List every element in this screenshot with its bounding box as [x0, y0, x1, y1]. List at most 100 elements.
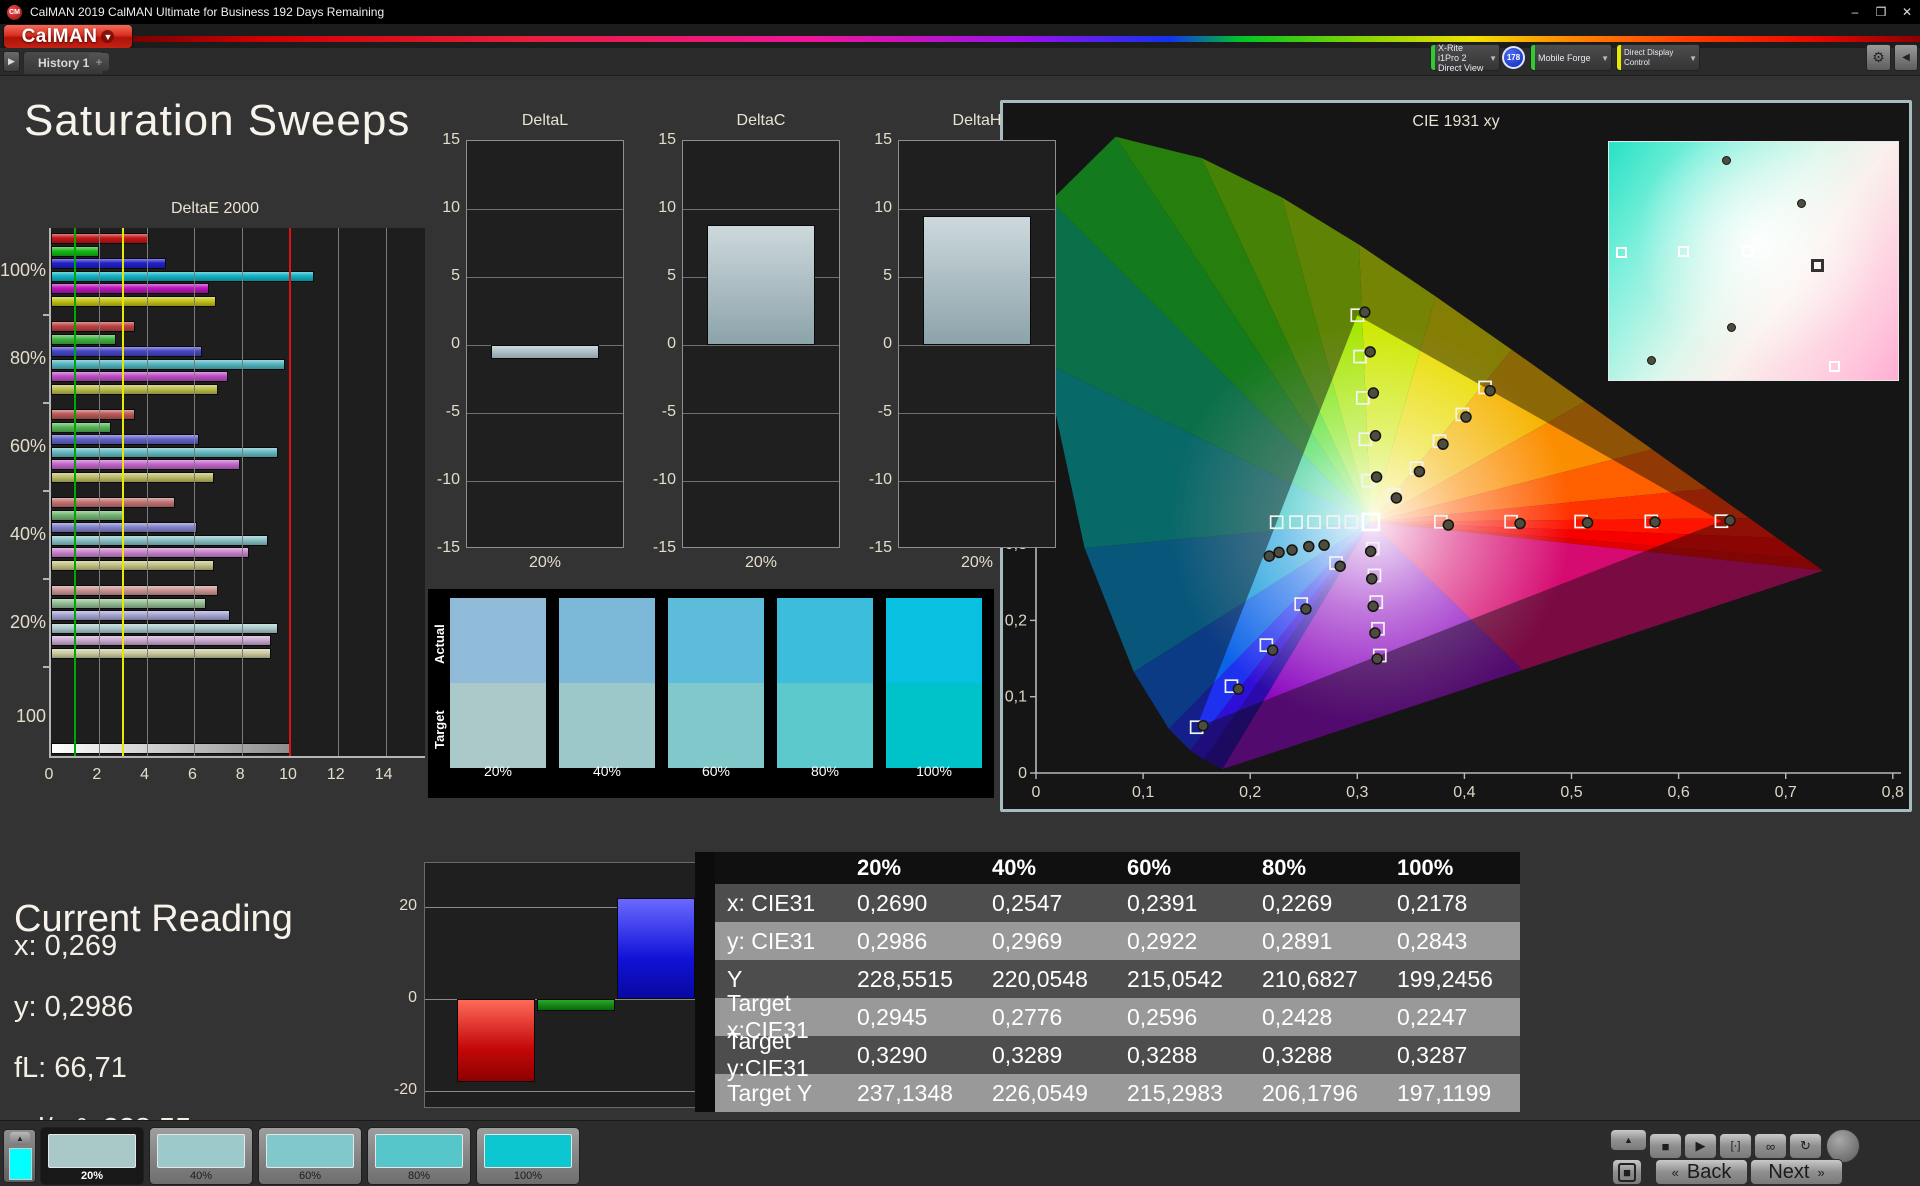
cell-value: 226,0549 — [980, 1074, 1115, 1112]
delta-chart-title: DeltaC — [682, 112, 840, 130]
cell-value: 0,2922 — [1115, 922, 1250, 960]
settings-button[interactable]: ⚙ — [1866, 44, 1891, 71]
gridline — [425, 1091, 699, 1092]
table-row: Target Y237,1348226,0549215,2983206,1796… — [695, 1074, 1520, 1112]
delta-bar — [923, 216, 1031, 345]
play-button[interactable]: ▶ — [1684, 1133, 1717, 1159]
inset-measured-circle — [1722, 156, 1731, 165]
cell-value: 210,6827 — [1250, 960, 1385, 998]
axis-tick — [43, 666, 49, 668]
cell-value: 0,2428 — [1250, 998, 1385, 1036]
cell-value: 237,1348 — [845, 1074, 980, 1112]
deltae-x-tick: 2 — [82, 766, 112, 784]
calman-menu-button[interactable]: CalMAN ▼ — [4, 25, 132, 48]
maximize-button[interactable]: ❒ — [1868, 0, 1894, 24]
x-tick-label: 0,1 — [1132, 784, 1154, 801]
gridline — [467, 481, 623, 482]
measured-circle — [1372, 654, 1382, 664]
chevron-down-icon: ▼ — [1689, 54, 1697, 64]
gridline — [147, 228, 148, 756]
display-control-select[interactable]: Direct Display Control ▼ — [1616, 44, 1700, 71]
cell-value: 0,2891 — [1250, 922, 1385, 960]
deltae-bar-blue — [51, 522, 197, 533]
dial-knob[interactable] — [1826, 1129, 1860, 1163]
delta-y-tick: 5 — [858, 267, 892, 285]
deltac-chart — [682, 140, 840, 548]
delta-chart-title: DeltaH — [898, 112, 1056, 130]
pattern-button-80%[interactable]: 80% — [367, 1127, 471, 1185]
tab-scroll-button[interactable]: ▶ — [3, 51, 20, 72]
rgb-bar-green — [537, 999, 615, 1011]
back-button[interactable]: « Back — [1655, 1159, 1748, 1185]
continuous-measure-button[interactable]: ∞ — [1754, 1133, 1787, 1159]
chevron-up-icon: ▲ — [1624, 1135, 1633, 1145]
table-row: x: CIE310,26900,25470,23910,22690,2178 — [695, 884, 1520, 922]
collapse-panel-button[interactable]: ◀ — [1894, 44, 1918, 71]
actual-swatch — [450, 598, 546, 683]
app-window: CM CalMAN 2019 CalMAN Ultimate for Busin… — [0, 0, 1920, 1186]
deltae-x-tick: 0 — [34, 766, 64, 784]
measured-circle — [1367, 574, 1377, 584]
gridline — [899, 345, 1055, 346]
big-stop-button[interactable]: ■ — [1612, 1159, 1642, 1185]
delta-y-tick: -10 — [426, 471, 460, 489]
pattern-label: 40% — [150, 1170, 252, 1182]
meter-select[interactable]: X-Rite i1Pro 2 Direct View ▼ — [1430, 44, 1500, 71]
source-name: Mobile Forge — [1538, 53, 1597, 63]
pattern-button-40%[interactable]: 40% — [149, 1127, 253, 1185]
display-control-name: Direct Display Control — [1624, 48, 1685, 68]
cell-value: 0,2945 — [845, 998, 980, 1036]
pattern-toolbar: ▲ 20% 40% 60%80%100% ▲ ■ ▶ [·] ∞ ↻ ■ « Bac… — [0, 1120, 1920, 1186]
table-row: y: CIE310,29860,29690,29220,28910,2843 — [695, 922, 1520, 960]
swatch-label: 100% — [886, 763, 982, 779]
delta-x-label: 20% — [898, 554, 1056, 572]
single-measure-button[interactable]: [·] — [1719, 1133, 1752, 1159]
next-button[interactable]: Next » — [1750, 1159, 1843, 1185]
measured-circle — [1443, 520, 1453, 530]
pattern-swatch — [375, 1134, 463, 1168]
stop-button[interactable]: ■ — [1649, 1133, 1682, 1159]
gridline — [467, 209, 623, 210]
meter-count-badge[interactable]: 178 — [1502, 46, 1525, 69]
results-table: 20%40%60%80%100%x: CIE310,26900,25470,23… — [695, 852, 1520, 1112]
deltae-bar-yellow — [51, 648, 271, 659]
play-icon: ▶ — [1696, 1138, 1706, 1154]
measured-circle — [1372, 472, 1382, 482]
minimize-button[interactable]: – — [1842, 0, 1868, 24]
notch — [695, 998, 715, 1036]
measured-circle — [1371, 431, 1381, 441]
add-tab-button[interactable]: + — [89, 53, 109, 71]
reference-line — [122, 228, 124, 756]
title-bar: CM CalMAN 2019 CalMAN Ultimate for Busin… — [0, 0, 1920, 24]
gridline — [683, 481, 839, 482]
swatch-label: 80% — [777, 763, 873, 779]
deltae-bar-magenta — [51, 547, 249, 558]
deltae-x-tick: 14 — [369, 766, 399, 784]
swatch-label: 20% — [450, 763, 546, 779]
deltal-chart — [466, 140, 624, 548]
expand-controls-button[interactable]: ▲ — [1610, 1129, 1647, 1151]
deltae-bar-green — [51, 334, 116, 345]
pattern-preview-panel[interactable]: ▲ — [3, 1129, 36, 1183]
pattern-label: 20% — [41, 1170, 143, 1182]
pattern-button-100%[interactable]: 100% — [476, 1127, 580, 1185]
chevron-up-icon[interactable]: ▲ — [10, 1132, 30, 1145]
delta-y-tick: 0 — [426, 335, 460, 353]
target-swatch — [886, 683, 982, 768]
source-select[interactable]: Mobile Forge ▼ — [1530, 44, 1612, 71]
swatch-column — [559, 598, 655, 768]
deltae-bar-magenta — [51, 459, 240, 470]
pattern-button-20%[interactable]: 20% — [40, 1127, 144, 1185]
notch — [695, 922, 715, 960]
gridline — [99, 228, 100, 756]
delta-bar — [491, 345, 599, 359]
chevrons-left-icon: « — [1672, 1165, 1679, 1180]
cell-value: 220,0548 — [980, 960, 1115, 998]
inset-measured-circle — [1647, 356, 1656, 365]
delta-y-tick: 5 — [642, 267, 676, 285]
refresh-button[interactable]: ↻ — [1789, 1133, 1822, 1159]
refresh-icon: ↻ — [1800, 1138, 1811, 1154]
pattern-button-60%[interactable]: 60% — [258, 1127, 362, 1185]
close-button[interactable]: ✕ — [1894, 0, 1920, 24]
deltae-bar-magenta — [51, 371, 228, 382]
